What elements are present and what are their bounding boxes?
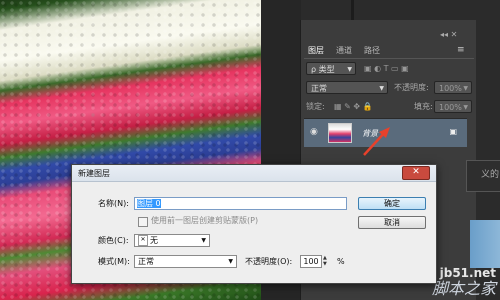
clip-mask-label: 使用前一图层创建剪贴蒙版(P): [151, 216, 259, 225]
tab-channels[interactable]: 通道: [336, 45, 352, 56]
document-window-partial: 义的: [466, 160, 500, 192]
opacity-label: 不透明度(O):: [245, 257, 293, 266]
percent-sign: %: [337, 257, 345, 266]
close-button[interactable]: ✕: [402, 166, 430, 180]
dialog-titlebar[interactable]: 新建图层 ✕: [72, 165, 436, 182]
panel-menu-icon[interactable]: ≡: [457, 45, 465, 55]
cancel-button[interactable]: 取消: [358, 216, 426, 229]
mode-value: 正常: [138, 257, 154, 266]
mode-select[interactable]: 正常 ▼: [134, 255, 237, 268]
watermark: jb51.net 脚本之家: [432, 267, 496, 298]
lock-icon: ▣: [449, 127, 457, 136]
fill-label: 填充:: [414, 102, 433, 111]
color-select[interactable]: ✕ 无 ▼: [134, 234, 210, 247]
annotation-arrow-icon: [363, 127, 390, 156]
fill-field[interactable]: 100% ▼: [434, 100, 472, 113]
color-swatch-icon: ✕: [138, 235, 148, 246]
dialog-title: 新建图层: [78, 169, 110, 178]
mode-label: 模式(M):: [98, 257, 130, 266]
eye-icon[interactable]: ◉: [310, 127, 318, 137]
tab-layers[interactable]: 图层: [308, 45, 324, 56]
chevron-down-icon: ▼: [201, 237, 206, 244]
ok-button[interactable]: 确定: [358, 197, 426, 210]
name-value: 图层 0: [137, 199, 161, 208]
opacity-field[interactable]: 100% ▼: [434, 81, 472, 94]
opacity-label: 不透明度:: [394, 83, 429, 92]
opacity-input[interactable]: 100: [300, 255, 322, 268]
tab-paths[interactable]: 路径: [364, 45, 380, 56]
blend-mode-value: 正常: [311, 84, 327, 93]
chevron-down-icon: ▼: [228, 258, 233, 265]
layer-filter-row: ρ 类型 ▼ ▣ ◐ T ▭ ▣: [304, 62, 474, 76]
clip-mask-checkbox[interactable]: [138, 217, 148, 227]
chevron-down-icon: ▼: [347, 66, 352, 73]
chevron-down-icon: ▼: [463, 85, 468, 92]
partial-doc-text: 义的: [481, 170, 500, 180]
chevron-down-icon: ▼: [463, 104, 468, 111]
opacity-stepper[interactable]: ▲ ▼: [323, 255, 331, 268]
panel-collapse-icons[interactable]: ◂◂ ✕: [440, 30, 457, 39]
layer-thumbnail: [328, 123, 352, 143]
lock-label: 锁定:: [306, 102, 325, 111]
filter-kind-select[interactable]: ρ 类型 ▼: [306, 62, 356, 75]
blend-row: 正常 ▼ 不透明度: 100% ▼: [304, 81, 474, 95]
opacity-value: 100%: [439, 84, 462, 93]
lock-row: 锁定: ▦ ✎ ✥ 🔒 填充: 100% ▼: [304, 100, 474, 114]
new-layer-dialog: 新建图层 ✕ 名称(N): 图层 0 确定 取消 使用前一图层创建剪贴蒙版(P)…: [71, 164, 437, 284]
layers-panel-tabs: 图层 通道 路径: [304, 44, 474, 59]
blend-mode-select[interactable]: 正常 ▼: [306, 81, 388, 94]
name-input[interactable]: 图层 0: [134, 197, 347, 210]
color-label: 颜色(C):: [98, 236, 129, 245]
filter-kind-label: ρ 类型: [311, 65, 335, 74]
watermark-text: 脚本之家: [431, 279, 496, 298]
chevron-down-icon: ▼: [379, 85, 384, 92]
blue-background-strip: [470, 220, 500, 268]
filter-icons[interactable]: ▣ ◐ T ▭ ▣: [364, 62, 409, 75]
lock-option-icons[interactable]: ▦ ✎ ✥ 🔒: [334, 100, 373, 113]
name-label: 名称(N):: [98, 199, 129, 208]
color-value: 无: [150, 236, 158, 245]
fill-value: 100%: [439, 103, 462, 112]
